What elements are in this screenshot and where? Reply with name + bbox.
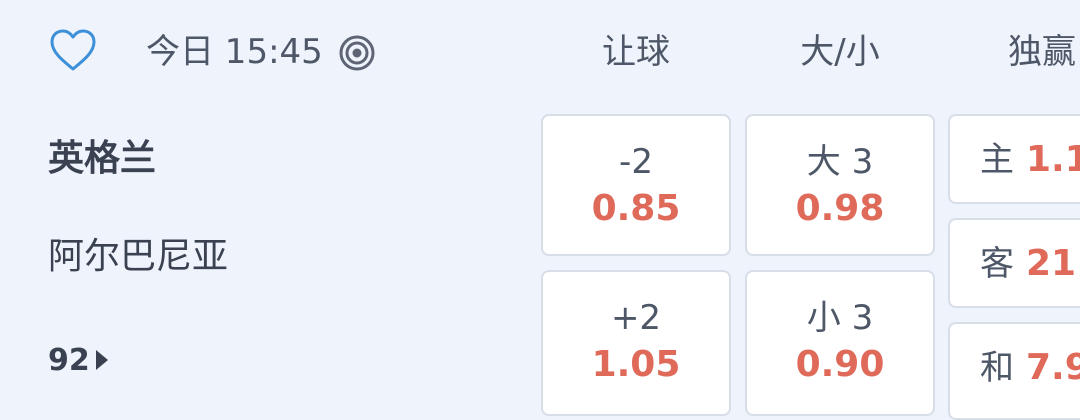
under-line: 小 3	[806, 298, 874, 338]
moneyline-home-odds-button[interactable]: 主 1.1	[948, 114, 1080, 204]
under-price: 0.90	[795, 344, 885, 385]
more-markets-button[interactable]: 92	[48, 338, 108, 382]
moneyline-draw-label: 和	[980, 348, 1014, 388]
column-header-moneyline: 独赢	[1008, 32, 1076, 72]
column-header-handicap: 让球	[602, 32, 670, 72]
heart-outline-icon[interactable]	[48, 26, 98, 76]
match-header: 今日 15:45 让球 大/小 独赢	[0, 0, 1080, 100]
caret-right-icon	[95, 350, 108, 370]
handicap-away-line: +2	[610, 298, 662, 338]
match-time: 今日 15:45	[146, 32, 323, 72]
handicap-away-price: 1.05	[591, 344, 681, 385]
moneyline-away-price: 21	[1026, 243, 1077, 284]
column-header-over-under: 大/小	[800, 32, 880, 72]
over-line: 大 3	[806, 142, 874, 182]
handicap-home-price: 0.85	[591, 188, 681, 229]
target-icon[interactable]	[338, 34, 376, 72]
more-markets-count: 92	[48, 342, 90, 378]
moneyline-home-price: 1.1	[1026, 139, 1080, 180]
moneyline-draw-odds-button[interactable]: 和 7.9	[948, 322, 1080, 420]
handicap-away-odds-button[interactable]: +2 1.05	[541, 270, 731, 416]
over-odds-button[interactable]: 大 3 0.98	[745, 114, 935, 256]
under-odds-button[interactable]: 小 3 0.90	[745, 270, 935, 416]
handicap-home-odds-button[interactable]: -2 0.85	[541, 114, 731, 256]
moneyline-away-odds-button[interactable]: 客 21	[948, 218, 1080, 308]
moneyline-away-label: 客	[980, 244, 1014, 284]
over-price: 0.98	[795, 188, 885, 229]
moneyline-home-label: 主	[980, 140, 1014, 180]
handicap-home-line: -2	[619, 142, 653, 182]
moneyline-draw-price: 7.9	[1026, 347, 1080, 388]
away-team-name: 阿尔巴尼亚	[48, 236, 229, 277]
home-team-name: 英格兰	[48, 138, 157, 179]
